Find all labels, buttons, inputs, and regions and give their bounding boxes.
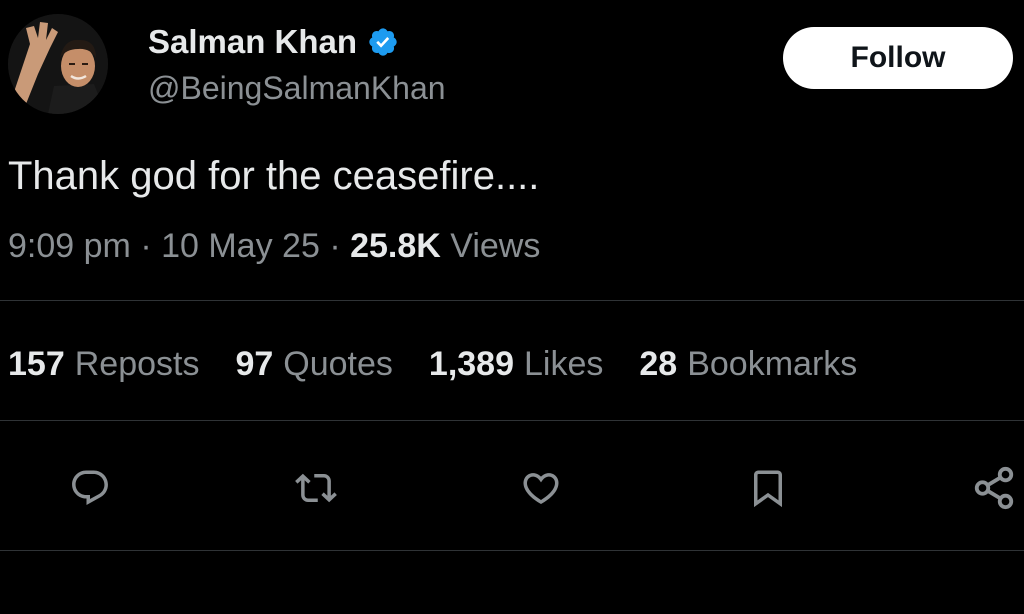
tweet-meta: 9:09 pm · 10 May 25 · 25.8K Views: [8, 226, 540, 266]
engagement-stats: 157 Reposts 97 Quotes 1,389 Likes 28 Boo…: [8, 344, 893, 384]
author-handle[interactable]: @BeingSalmanKhan: [148, 70, 446, 106]
stat-count: 1,389: [428, 345, 515, 383]
divider: [0, 550, 1024, 551]
follow-button[interactable]: Follow: [783, 27, 1013, 89]
stat-count: 157: [8, 345, 65, 383]
reply-icon: [72, 470, 108, 505]
views-count: 25.8K: [350, 227, 441, 265]
stat-label: Quotes: [283, 345, 393, 383]
reply-button[interactable]: [64, 462, 116, 514]
stat-label: Likes: [524, 345, 604, 383]
like-button[interactable]: [515, 462, 567, 514]
stat-label: Bookmarks: [687, 345, 858, 383]
tweet-card: Salman Khan @BeingSalmanKhan Follow Than…: [0, 0, 1024, 614]
stat-reposts[interactable]: 157 Reposts: [8, 344, 199, 384]
tweet-time[interactable]: 9:09 pm: [8, 227, 131, 265]
share-button[interactable]: [968, 462, 1020, 514]
stat-label: Reposts: [74, 345, 200, 383]
avatar-image: [8, 14, 108, 114]
stat-likes[interactable]: 1,389 Likes: [429, 344, 603, 384]
views-label: Views: [450, 227, 541, 265]
author-name-row[interactable]: Salman Khan: [148, 24, 399, 60]
stat-quotes[interactable]: 97 Quotes: [235, 344, 392, 384]
bookmark-button[interactable]: [742, 462, 794, 514]
divider: [0, 300, 1024, 301]
stat-count: 28: [639, 345, 678, 383]
like-icon: [523, 473, 559, 505]
share-icon: [974, 466, 1014, 510]
divider: [0, 420, 1024, 421]
author-display-name[interactable]: Salman Khan: [148, 24, 357, 60]
bookmark-icon: [754, 470, 782, 508]
stat-bookmarks[interactable]: 28 Bookmarks: [639, 344, 857, 384]
tweet-text: Thank god for the ceasefire....: [8, 154, 540, 198]
stat-count: 97: [235, 345, 274, 383]
repost-icon: [295, 473, 337, 503]
meta-separator: ·: [140, 227, 152, 265]
meta-separator: ·: [329, 227, 341, 265]
avatar[interactable]: [8, 14, 108, 114]
tweet-date[interactable]: 10 May 25: [161, 227, 320, 265]
repost-button[interactable]: [290, 462, 342, 514]
verified-badge-icon: [367, 26, 399, 58]
